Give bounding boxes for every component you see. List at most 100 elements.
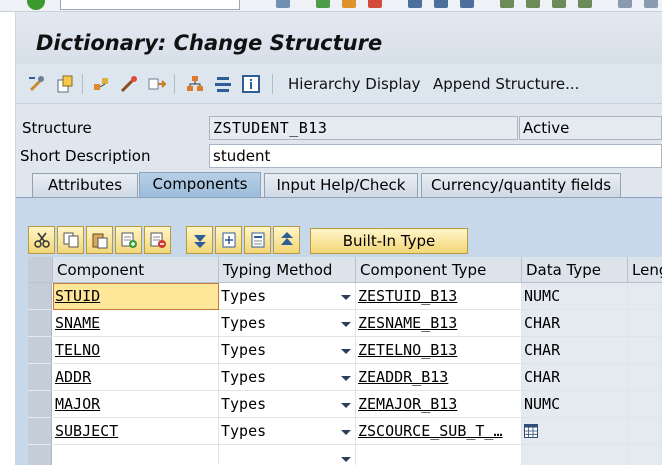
data-type-cell: CHAR — [522, 337, 628, 364]
cut-icon[interactable] — [28, 226, 55, 254]
next-page-icon[interactable] — [552, 0, 566, 8]
copy-icon[interactable] — [57, 226, 84, 254]
hierarchy-display-button[interactable]: Hierarchy Display — [288, 74, 421, 94]
component-cell[interactable] — [53, 445, 219, 465]
component-type-cell[interactable]: ZESNAME_B13 — [356, 310, 522, 337]
row-selector[interactable] — [28, 283, 52, 310]
typing-method-cell[interactable]: Types — [219, 310, 356, 337]
length-cell — [628, 283, 662, 310]
command-field[interactable] — [60, 0, 240, 10]
short-description-field[interactable]: student — [209, 144, 662, 168]
length-cell — [628, 337, 662, 364]
other-object-icon[interactable] — [54, 73, 76, 95]
component-type-cell[interactable] — [356, 445, 522, 465]
column-header-data-type[interactable]: Data Type — [522, 257, 628, 283]
collapse-icon[interactable] — [273, 226, 300, 254]
typing-method-cell[interactable]: Types — [219, 364, 356, 391]
components-table: Component Typing Method Component Type D… — [28, 257, 662, 465]
tab-currency-quantity-fields[interactable]: Currency/quantity fields — [421, 173, 621, 197]
back-icon[interactable] — [316, 0, 330, 8]
select-icon[interactable] — [244, 226, 271, 254]
find-icon[interactable] — [434, 0, 448, 8]
data-type-cell: NUMC — [522, 283, 628, 310]
component-cell[interactable]: STUID — [53, 283, 219, 310]
new-session-icon[interactable] — [618, 0, 632, 8]
last-page-icon[interactable] — [578, 0, 592, 8]
data-type-cell: NUMC — [522, 391, 628, 418]
expand-icon[interactable] — [186, 226, 213, 254]
column-header-component[interactable]: Component — [53, 257, 219, 283]
display-change-icon[interactable] — [26, 73, 48, 95]
row-selector[interactable] — [28, 364, 52, 391]
where-used-icon[interactable] — [90, 73, 112, 95]
cancel-icon[interactable] — [368, 0, 382, 8]
table-row: SNAME Types ZESNAME_B13 CHAR — [28, 310, 662, 337]
component-cell[interactable]: SNAME — [53, 310, 219, 337]
data-type-cell: CHAR — [522, 310, 628, 337]
activate-icon[interactable] — [118, 73, 140, 95]
component-type-cell[interactable]: ZSCOURCE_SUB_T_… — [356, 418, 522, 445]
typing-method-cell[interactable]: Types — [219, 337, 356, 364]
column-header-typing-method[interactable]: Typing Method — [219, 257, 356, 283]
insert-row-icon[interactable] — [115, 226, 142, 254]
delete-row-icon[interactable] — [144, 226, 171, 254]
find-next-icon[interactable] — [460, 0, 474, 8]
row-selector[interactable] — [28, 418, 52, 445]
component-cell[interactable]: ADDR — [53, 364, 219, 391]
prev-page-icon[interactable] — [526, 0, 540, 8]
data-type-cell — [522, 418, 628, 445]
first-page-icon[interactable] — [500, 0, 514, 8]
row-selector[interactable] — [28, 391, 52, 418]
typing-method-cell[interactable] — [219, 445, 356, 465]
tab-components[interactable]: Components — [139, 172, 261, 198]
check-icon[interactable] — [146, 73, 168, 95]
component-cell[interactable]: TELNO — [53, 337, 219, 364]
chevron-down-icon[interactable] — [341, 430, 351, 435]
paste-icon[interactable] — [86, 226, 113, 254]
row-selector[interactable] — [28, 445, 52, 465]
component-type-cell[interactable]: ZESTUID_B13 — [356, 283, 522, 310]
component-cell[interactable]: MAJOR — [53, 391, 219, 418]
column-header-length[interactable]: Leng — [628, 257, 662, 283]
application-toolbar: Hierarchy Display Append Structure... — [16, 64, 662, 104]
typing-method-cell[interactable]: Types — [219, 283, 356, 310]
chevron-down-icon[interactable] — [341, 376, 351, 381]
built-in-type-button[interactable]: Built-In Type — [310, 228, 468, 254]
table-type-icon — [524, 424, 538, 438]
column-header-component-type[interactable]: Component Type — [356, 257, 522, 283]
enter-icon[interactable] — [27, 0, 45, 10]
row-selector[interactable] — [28, 310, 52, 337]
table-row: STUID Types ZESTUID_B13 NUMC — [28, 283, 662, 310]
new-entry-icon[interactable] — [215, 226, 242, 254]
shortcut-icon[interactable] — [644, 0, 658, 8]
table-row: ADDR Types ZEADDR_B13 CHAR — [28, 364, 662, 391]
component-type-cell[interactable]: ZEADDR_B13 — [356, 364, 522, 391]
component-type-cell[interactable]: ZETELNO_B13 — [356, 337, 522, 364]
typing-method-cell[interactable]: Types — [219, 418, 356, 445]
length-cell — [628, 418, 662, 445]
append-structure-button[interactable]: Append Structure... — [433, 74, 579, 94]
chevron-down-icon[interactable] — [341, 295, 351, 300]
exit-icon[interactable] — [342, 0, 356, 8]
chevron-down-icon[interactable] — [341, 349, 351, 354]
info-icon[interactable] — [240, 73, 262, 95]
append-icon[interactable] — [212, 73, 234, 95]
tab-attributes[interactable]: Attributes — [32, 173, 138, 197]
row-selector[interactable] — [28, 337, 52, 364]
print-icon[interactable] — [408, 0, 422, 8]
component-type-cell[interactable]: ZEMAJOR_B13 — [356, 391, 522, 418]
length-cell — [628, 364, 662, 391]
chevron-down-icon[interactable] — [341, 457, 351, 462]
chevron-down-icon[interactable] — [341, 322, 351, 327]
tab-input-help-check[interactable]: Input Help/Check — [264, 173, 418, 197]
component-cell[interactable]: SUBJECT — [53, 418, 219, 445]
status-field: Active — [519, 116, 662, 140]
chevron-down-icon[interactable] — [341, 403, 351, 408]
hierarchy-icon[interactable] — [184, 73, 206, 95]
select-all-corner[interactable] — [28, 257, 53, 283]
structure-row: Structure ZSTUDENT_B13 Active — [16, 115, 662, 141]
tab-strip: Attributes Components Input Help/Check C… — [16, 172, 662, 198]
typing-method-cell[interactable]: Types — [219, 391, 356, 418]
save-icon[interactable] — [276, 0, 290, 8]
length-cell — [628, 310, 662, 337]
